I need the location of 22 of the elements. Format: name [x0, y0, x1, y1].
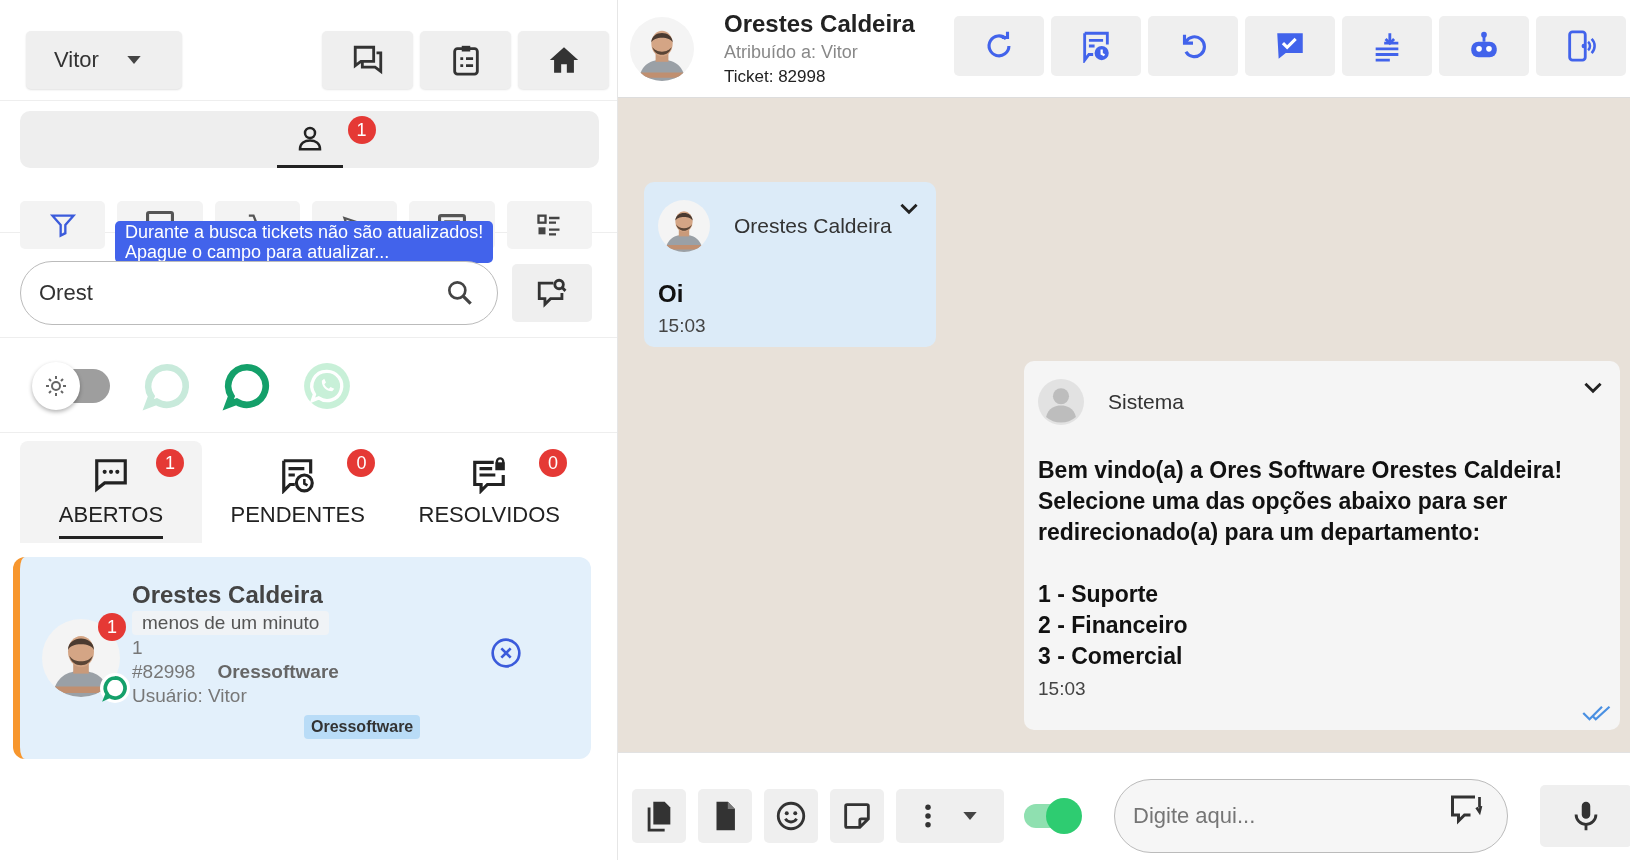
search-notice-tooltip: Durante a busca tickets não são atualizados! Apague o campo para atualizar... — [115, 221, 494, 263]
time-chip: menos de um minuto — [132, 611, 330, 635]
tag-label: Oressoftware — [304, 715, 421, 739]
message-time: 15:03 — [1038, 678, 1087, 700]
count-badge: 0 — [347, 449, 376, 477]
contact-name: Orestes Caldeira — [132, 581, 323, 609]
message-text: Oi — [658, 279, 685, 309]
sender-name: Sistema — [1108, 390, 1184, 414]
count-badge: 0 — [539, 449, 567, 477]
last-message: 1 — [132, 637, 143, 659]
message-text: Bem vindo(a) a Ores Software Orestes Caldeira! Selecione uma das opções abaixo para ser redirecionado(a) para um departamento: 1 - Suporte 2 - Financeiro 3 - Comercial — [1038, 456, 1564, 671]
count-badge: 1 — [155, 449, 184, 477]
unread-badge: 1 — [98, 613, 126, 641]
assigned-user: Usuário: Vitor — [132, 685, 247, 707]
message-time: 15:03 — [658, 315, 707, 337]
ticket-number: #82998 — [132, 661, 196, 683]
sender-name: Orestes Caldeira — [734, 214, 892, 238]
count-badge: 1 — [347, 116, 376, 144]
assigned-label: Atribuído a: Vitor — [724, 42, 859, 63]
contact-name: Orestes Caldeira — [724, 10, 916, 38]
connection-name: Oressoftware — [217, 661, 339, 683]
ticket-label: Ticket: 82998 — [724, 67, 827, 87]
